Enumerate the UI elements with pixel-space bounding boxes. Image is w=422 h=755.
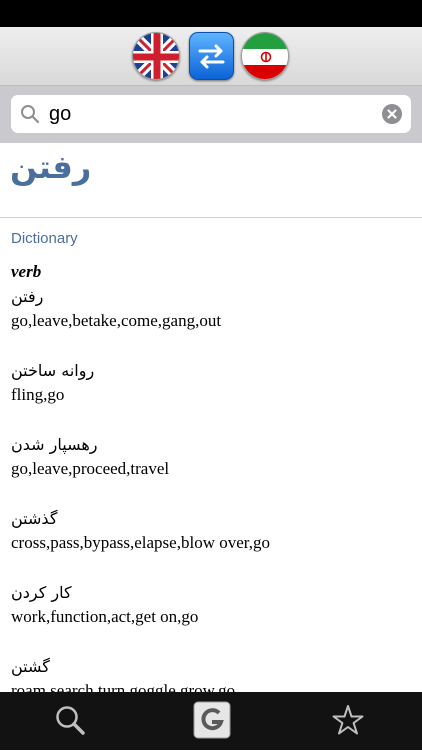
list-item: گذشتن cross,pass,bypass,elapse,blow over… bbox=[11, 507, 411, 581]
part-of-speech: verb bbox=[11, 262, 42, 281]
swap-button[interactable] bbox=[189, 32, 234, 80]
list-item: رهسپار شدن go,leave,proceed,travel bbox=[11, 433, 411, 507]
persian-translation: گذشتن bbox=[11, 509, 58, 528]
persian-translation: گشتن bbox=[11, 657, 50, 676]
persian-translation: رهسپار شدن bbox=[11, 435, 98, 454]
search-icon bbox=[21, 105, 40, 124]
english-synonyms: go,leave,betake,come,gang,out bbox=[11, 311, 222, 330]
uk-flag-icon[interactable] bbox=[132, 32, 180, 80]
list-item: کار کردن work,function,act,get on,go bbox=[11, 581, 411, 655]
star-icon bbox=[332, 705, 364, 735]
list-item: رفتن go,leave,betake,come,gang,out bbox=[11, 285, 411, 359]
tab-google[interactable] bbox=[184, 692, 240, 750]
persian-translation: رفتن bbox=[11, 287, 44, 306]
tab-favorites[interactable] bbox=[320, 692, 376, 750]
tab-bar bbox=[0, 692, 422, 750]
english-synonyms: cross,pass,bypass,elapse,blow over,go bbox=[11, 533, 270, 552]
persian-translation: روانه ساختن bbox=[11, 361, 95, 380]
iran-flag-icon[interactable] bbox=[241, 32, 289, 80]
swap-icon bbox=[198, 44, 225, 69]
search-box[interactable] bbox=[11, 95, 411, 133]
language-bar bbox=[0, 27, 422, 86]
google-icon bbox=[193, 701, 231, 739]
persian-translation: کار کردن bbox=[11, 583, 72, 602]
headword: رفتن bbox=[10, 148, 92, 186]
search-input[interactable] bbox=[49, 99, 369, 129]
magnifier-icon bbox=[56, 706, 85, 735]
result-content[interactable]: Dictionary verb رفتن go,leave,betake,com… bbox=[0, 218, 422, 692]
tab-search[interactable] bbox=[42, 692, 98, 750]
list-item: گشتن roam,search,turn,goggle,grow,go bbox=[11, 655, 411, 692]
section-label: Dictionary bbox=[11, 230, 78, 247]
list-item: روانه ساختن fling,go bbox=[11, 359, 411, 433]
entries-list: رفتن go,leave,betake,come,gang,out روانه… bbox=[11, 285, 411, 692]
english-synonyms: fling,go bbox=[11, 385, 65, 404]
clear-icon[interactable] bbox=[382, 104, 402, 124]
english-synonyms: roam,search,turn,goggle,grow,go bbox=[11, 681, 236, 692]
search-bar bbox=[0, 86, 422, 143]
status-bar bbox=[0, 0, 422, 27]
english-synonyms: go,leave,proceed,travel bbox=[11, 459, 170, 478]
english-synonyms: work,function,act,get on,go bbox=[11, 607, 199, 626]
